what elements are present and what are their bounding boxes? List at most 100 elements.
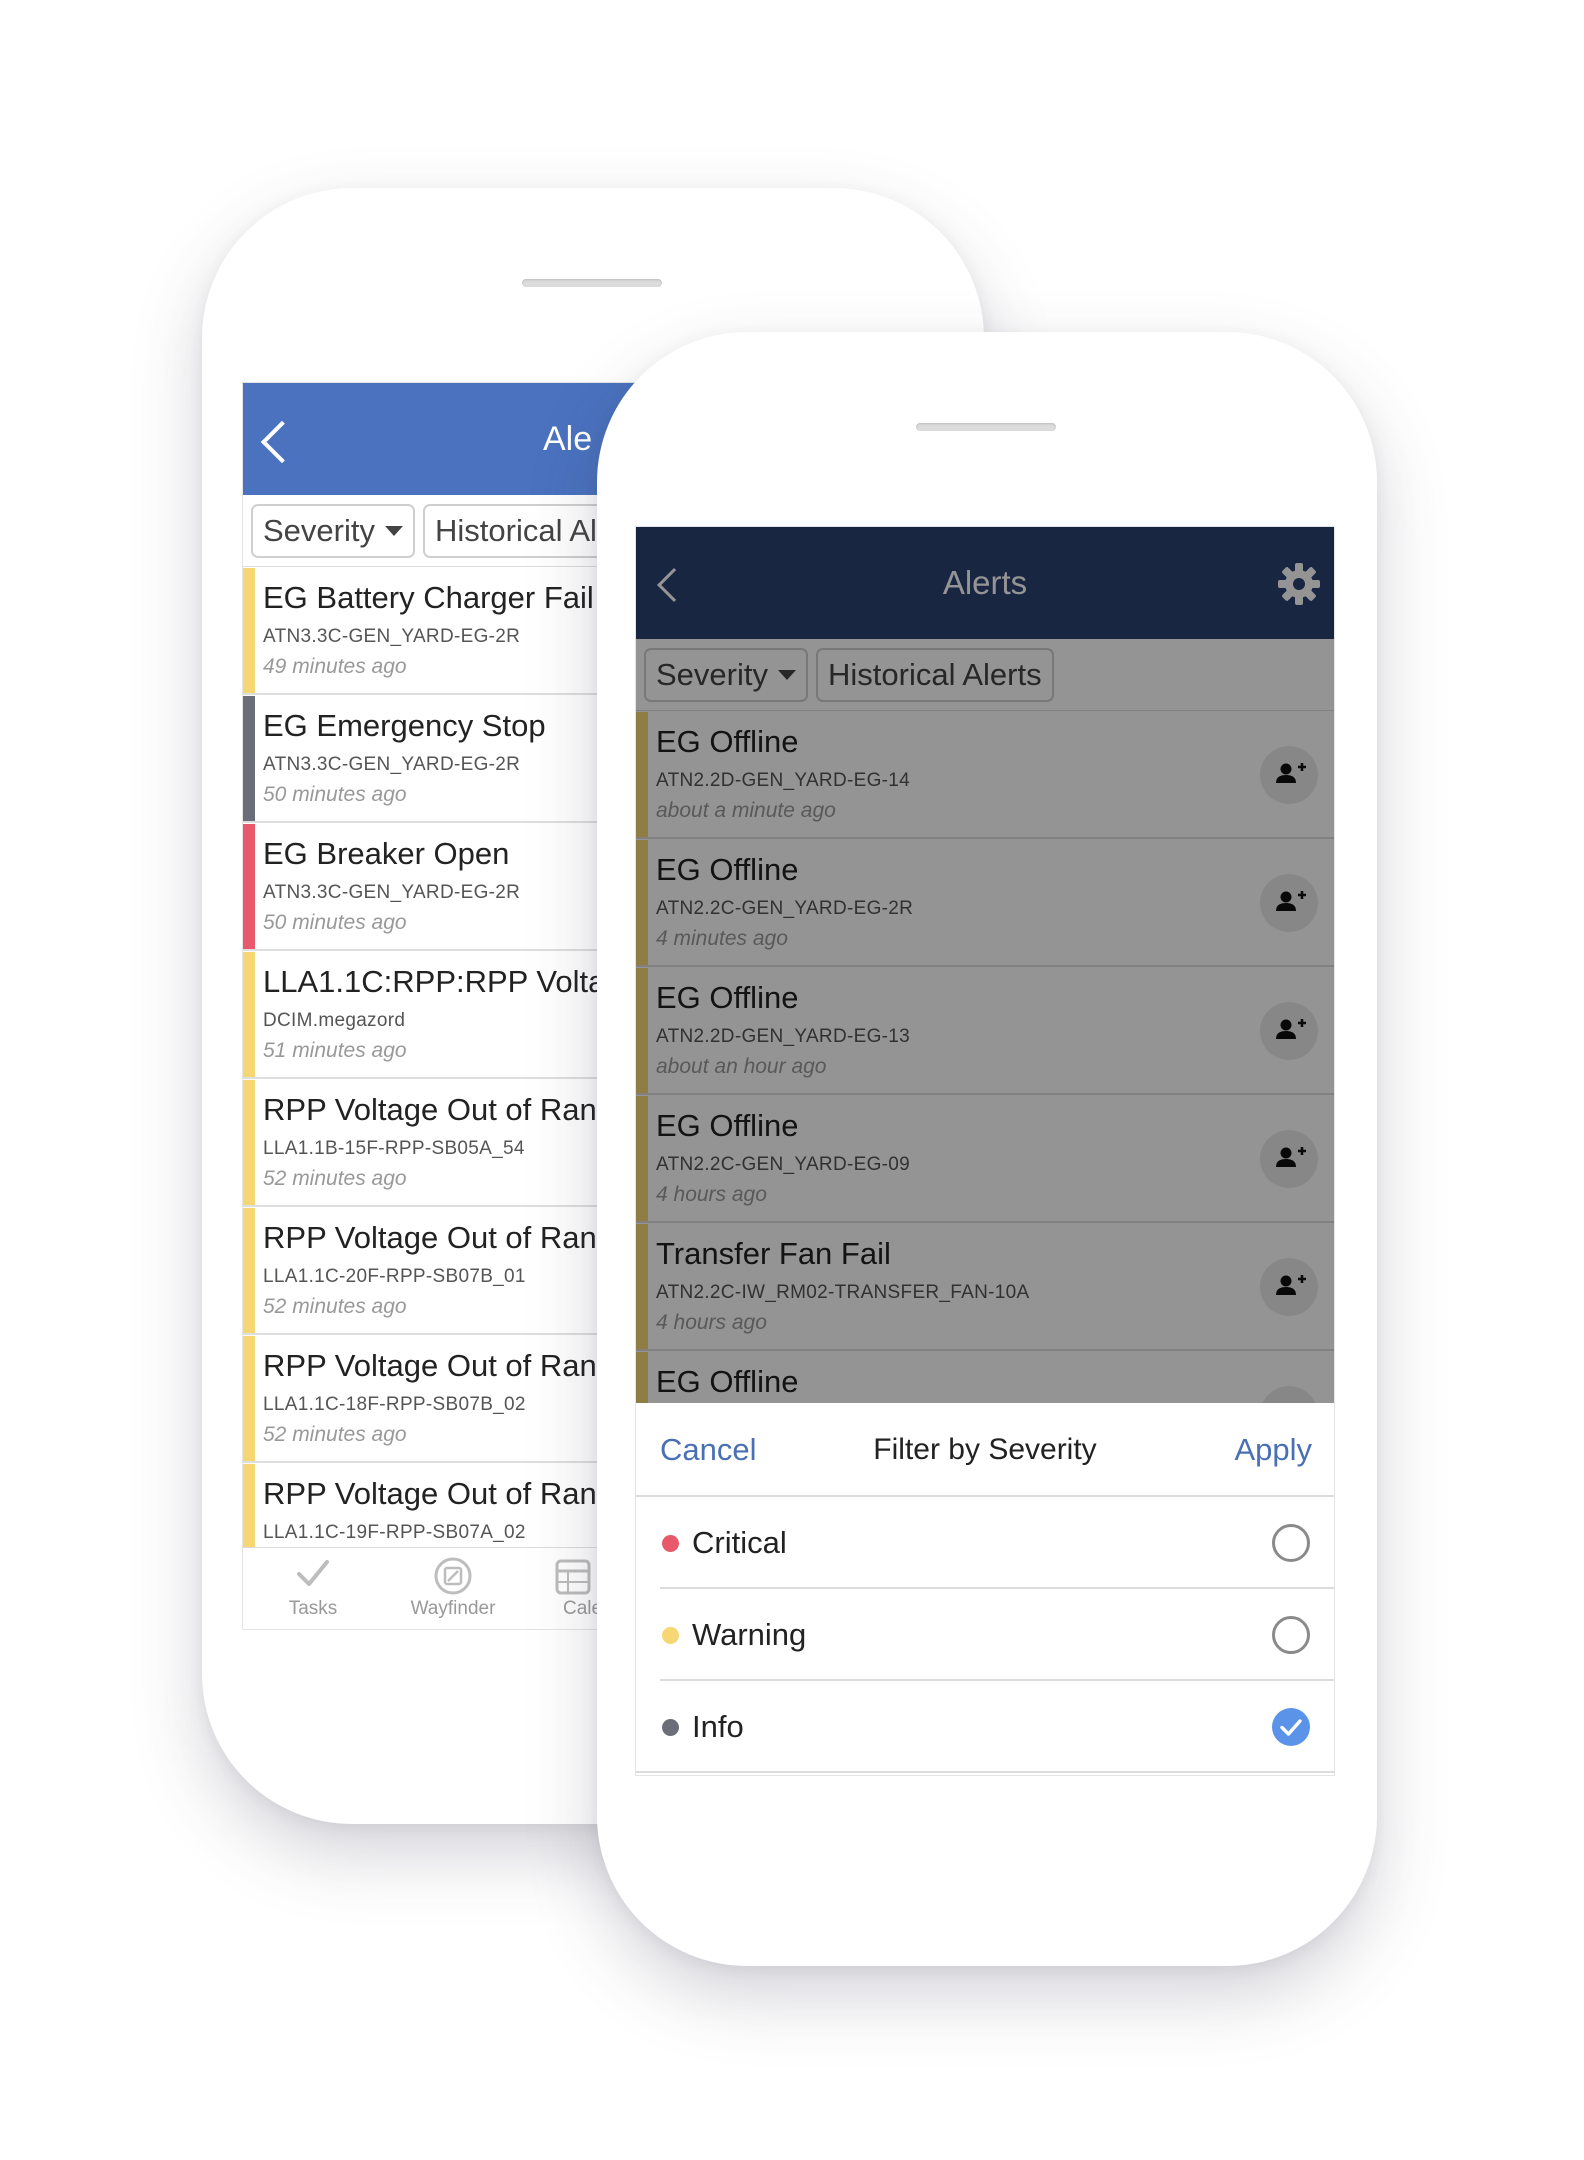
severity-filter-label: Severity	[263, 513, 375, 548]
assign-user-button[interactable]	[1260, 1258, 1318, 1316]
alert-row[interactable]: Transfer Fan Fail ATN2.2C-IW_RM02-TRANSFE…	[636, 1224, 1334, 1351]
option-label: Info	[692, 1709, 744, 1744]
info-dot-icon	[662, 1719, 679, 1736]
alert-row[interactable]: EG Offline ATN2.2C-GEN_YARD-EG-2R 4 minute…	[636, 840, 1334, 967]
severity-stripe	[243, 1080, 255, 1205]
alert-title: EG Breaker Open	[263, 836, 510, 871]
historical-alerts-button[interactable]: Historical Alerts	[816, 648, 1054, 702]
front-phone-screen: Alerts Severity Historical Alerts EG Off…	[635, 526, 1335, 1776]
alert-title: RPP Voltage Out of Rang	[263, 1220, 614, 1255]
alert-title: EG Offline	[656, 724, 799, 759]
alert-row[interactable]: EG Offline ATN2.2C-GEN_YARD-EG-09 4 hours …	[636, 1096, 1334, 1223]
severity-stripe	[636, 968, 648, 1093]
severity-filter-button[interactable]: Severity	[251, 504, 415, 558]
add-user-icon	[1276, 1019, 1306, 1039]
alert-time: 50 minutes ago	[263, 783, 407, 806]
tab-label: Tasks	[288, 1598, 338, 1619]
alert-time: 4 hours ago	[656, 1311, 767, 1334]
navigation-bar: Alerts	[636, 527, 1334, 639]
critical-dot-icon	[662, 1535, 679, 1552]
back-chevron-icon[interactable]	[260, 420, 304, 464]
checkmark-icon	[297, 1560, 329, 1586]
historical-alerts-label: Historical Alerts	[828, 657, 1042, 692]
calendar-icon	[555, 1559, 591, 1595]
radio-button[interactable]	[1272, 1524, 1310, 1562]
alert-row[interactable]: EG Offline ATN2.2D-GEN_YARD-EG-14about a …	[636, 712, 1334, 839]
alert-title: EG Offline	[656, 1364, 799, 1399]
alert-title: EG Battery Charger Fail	[263, 580, 594, 615]
severity-stripe	[243, 568, 255, 693]
alert-title: EG Offline	[656, 980, 799, 1015]
divider	[636, 1771, 1334, 1773]
page-title: Ale	[543, 420, 593, 458]
tab-label: Wayfinder	[410, 1598, 496, 1619]
add-user-icon	[1276, 1275, 1306, 1295]
front-phone: Alerts Severity Historical Alerts EG Off…	[597, 332, 1377, 1966]
option-label: Warning	[692, 1617, 807, 1652]
gear-icon[interactable]	[1276, 561, 1322, 607]
severity-option-critical[interactable]: Critical	[636, 1497, 1334, 1589]
alert-time: 51 minutes ago	[263, 1039, 407, 1062]
alert-source: LLA1.1B-15F-RPP-SB05A_54	[263, 1138, 525, 1159]
alert-title: EG Emergency Stop	[263, 708, 546, 743]
alert-time: 52 minutes ago	[263, 1167, 407, 1190]
alert-source: ATN2.2C-GEN_YARD-EG-2R	[656, 898, 914, 919]
add-user-icon	[1276, 1147, 1306, 1167]
warning-dot-icon	[662, 1627, 679, 1644]
alert-source: ATN2.2C-IW_RM02-TRANSFER_FAN-10A	[656, 1282, 1030, 1303]
page-title: Alerts	[942, 564, 1028, 601]
alert-source: LLA1.1C-19F-RPP-SB07A_02	[263, 1522, 526, 1543]
radio-checked-icon[interactable]	[1272, 1708, 1310, 1746]
severity-filter-label: Severity	[656, 657, 768, 692]
apply-button[interactable]: Apply	[1234, 1403, 1312, 1497]
alert-title: Transfer Fan Fail	[656, 1236, 891, 1271]
assign-user-button[interactable]	[1260, 874, 1318, 932]
severity-filter-button[interactable]: Severity	[644, 648, 808, 702]
assign-user-button[interactable]	[1260, 1130, 1318, 1188]
alert-title: EG Offline	[656, 852, 799, 887]
severity-option-warning[interactable]: Warning	[636, 1589, 1334, 1681]
alert-title: RPP Voltage Out of Rang	[263, 1348, 614, 1383]
alert-time: 49 minutes ago	[263, 655, 407, 678]
alert-time: about an hour ago	[656, 1055, 827, 1078]
severity-stripe	[636, 840, 648, 965]
caret-down-icon	[777, 669, 796, 680]
sheet-header: Filter by Severity Cancel Apply	[636, 1403, 1334, 1497]
filter-bar: Severity Historical Alerts	[636, 639, 1334, 711]
tab-tasks[interactable]: Tasks	[243, 1548, 383, 1629]
add-user-icon	[1276, 891, 1306, 911]
alert-row[interactable]: EG Offline ATN2.2D-GEN_YARD-EG-13 about an…	[636, 968, 1334, 1095]
severity-option-info[interactable]: Info	[636, 1681, 1334, 1773]
alert-title: EG Offline	[656, 1108, 799, 1143]
alert-source: ATN2.2D-GEN_YARD-EG-14	[656, 770, 911, 791]
alert-time: 4 minutes ago	[656, 927, 788, 950]
alert-time: 52 minutes ago	[263, 1423, 407, 1446]
alert-source: ATN2.2C-GEN_YARD-EG-09	[656, 1154, 911, 1175]
alert-time: about a minute ago	[656, 799, 836, 822]
checkmark-icon	[1280, 1719, 1302, 1736]
speaker-grille	[522, 279, 662, 287]
alert-source: LLA1.1C-20F-RPP-SB07B_01	[263, 1266, 526, 1287]
radio-button[interactable]	[1272, 1616, 1310, 1654]
alert-source: LLA1.1C-18F-RPP-SB07B_02	[263, 1394, 526, 1415]
option-label: Critical	[692, 1525, 787, 1560]
historical-alerts-label: Historical Al	[435, 513, 597, 548]
cancel-button[interactable]: Cancel	[660, 1403, 757, 1497]
severity-stripe	[243, 1336, 255, 1461]
severity-stripe	[243, 696, 255, 821]
severity-stripe	[243, 1208, 255, 1333]
tab-wayfinder[interactable]: Wayfinder	[383, 1548, 523, 1629]
speaker-grille	[916, 423, 1056, 431]
alert-source: ATN3.3C-GEN_YARD-EG-2R	[263, 882, 521, 903]
severity-filter-sheet: Filter by Severity Cancel Apply Critical…	[636, 1403, 1334, 1775]
severity-stripe	[636, 1224, 648, 1349]
alert-time: 4 hours ago	[656, 1183, 767, 1206]
severity-stripe	[243, 824, 255, 949]
alert-time: 50 minutes ago	[263, 911, 407, 934]
assign-user-button[interactable]	[1260, 746, 1318, 804]
severity-stripe	[636, 712, 648, 837]
assign-user-button[interactable]	[1260, 1002, 1318, 1060]
wayfinder-icon	[434, 1557, 472, 1595]
caret-down-icon	[384, 525, 403, 536]
alert-title: LLA1.1C:RPP:RPP Voltage	[263, 964, 640, 999]
